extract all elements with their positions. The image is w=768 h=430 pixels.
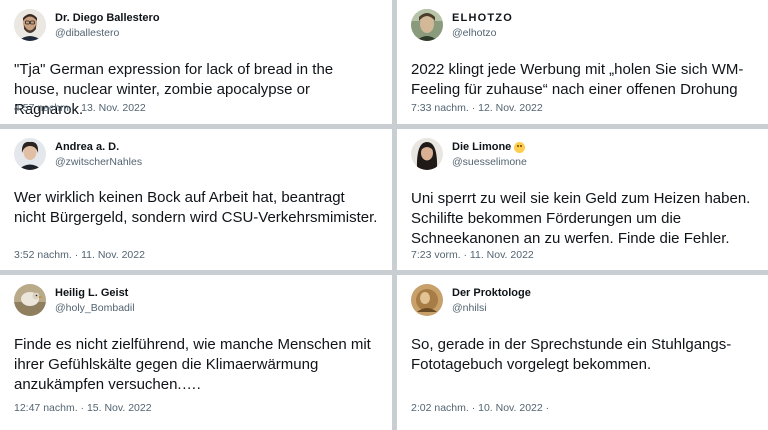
- tweet-text: Wer wirklich keinen Bock auf Arbeit hat,…: [14, 189, 378, 226]
- avatar[interactable]: [14, 9, 46, 41]
- tweet-text: Uni sperrt zu weil sie kein Geld zum Hei…: [411, 190, 751, 247]
- tweet-timestamp[interactable]: 4:57 nachm. · 13. Nov. 2022: [14, 102, 146, 114]
- display-name[interactable]: ELHOTZO: [452, 12, 513, 25]
- tweet-card[interactable]: Andrea a. D. @zwitscherNahles Wer wirkli…: [0, 129, 392, 270]
- tweet-text: 2022 klingt jede Werbung mit „holen Sie …: [411, 61, 744, 98]
- tweet-card[interactable]: Der Proktologe @nhilsi So, gerade in der…: [397, 275, 768, 430]
- avatar[interactable]: [411, 9, 443, 41]
- tweet-grid: Dr. Diego Ballestero @diballestero "Tja"…: [0, 0, 768, 430]
- display-name[interactable]: Dr. Diego Ballestero: [55, 12, 160, 25]
- display-name[interactable]: Der Proktologe: [452, 287, 531, 300]
- avatar[interactable]: [411, 284, 443, 316]
- tweet-card[interactable]: Dr. Diego Ballestero @diballestero "Tja"…: [0, 0, 392, 124]
- tweet-timestamp[interactable]: 7:33 nachm. · 12. Nov. 2022: [411, 102, 543, 114]
- tweet-card[interactable]: Heilig L. Geist @holy_Bombadil Finde es …: [0, 275, 392, 430]
- smiling-emoji-icon: [514, 142, 526, 153]
- avatar[interactable]: [14, 284, 46, 316]
- display-name[interactable]: Andrea a. D.: [55, 141, 119, 154]
- tweet-timestamp[interactable]: 12:47 nachm. · 15. Nov. 2022: [14, 402, 152, 414]
- avatar[interactable]: [411, 138, 443, 170]
- user-handle[interactable]: @suesselimone: [452, 156, 527, 169]
- tweet-text: Finde es nicht zielführend, wie manche M…: [14, 336, 371, 393]
- tweet-timestamp[interactable]: 2:02 nachm. · 10. Nov. 2022 ·: [411, 402, 549, 414]
- user-handle[interactable]: @elhotzo: [452, 27, 513, 40]
- display-name[interactable]: Heilig L. Geist: [55, 287, 128, 300]
- tweet-timestamp[interactable]: 7:23 vorm. · 11. Nov. 2022: [411, 249, 534, 261]
- tweet-card[interactable]: ELHOTZO @elhotzo 2022 klingt jede Werbun…: [397, 0, 768, 124]
- avatar[interactable]: [14, 138, 46, 170]
- user-handle[interactable]: @zwitscherNahles: [55, 156, 142, 169]
- user-handle[interactable]: @diballestero: [55, 27, 160, 40]
- user-handle[interactable]: @nhilsi: [452, 302, 531, 315]
- tweet-card[interactable]: Die Limone @suesselimone Uni sperrt zu w…: [397, 129, 768, 270]
- tweet-timestamp[interactable]: 3:52 nachm. · 11. Nov. 2022: [14, 249, 145, 261]
- tweet-text: So, gerade in der Sprechstunde ein Stuhl…: [411, 336, 732, 373]
- user-handle[interactable]: @holy_Bombadil: [55, 302, 135, 315]
- display-name[interactable]: Die Limone: [452, 141, 511, 154]
